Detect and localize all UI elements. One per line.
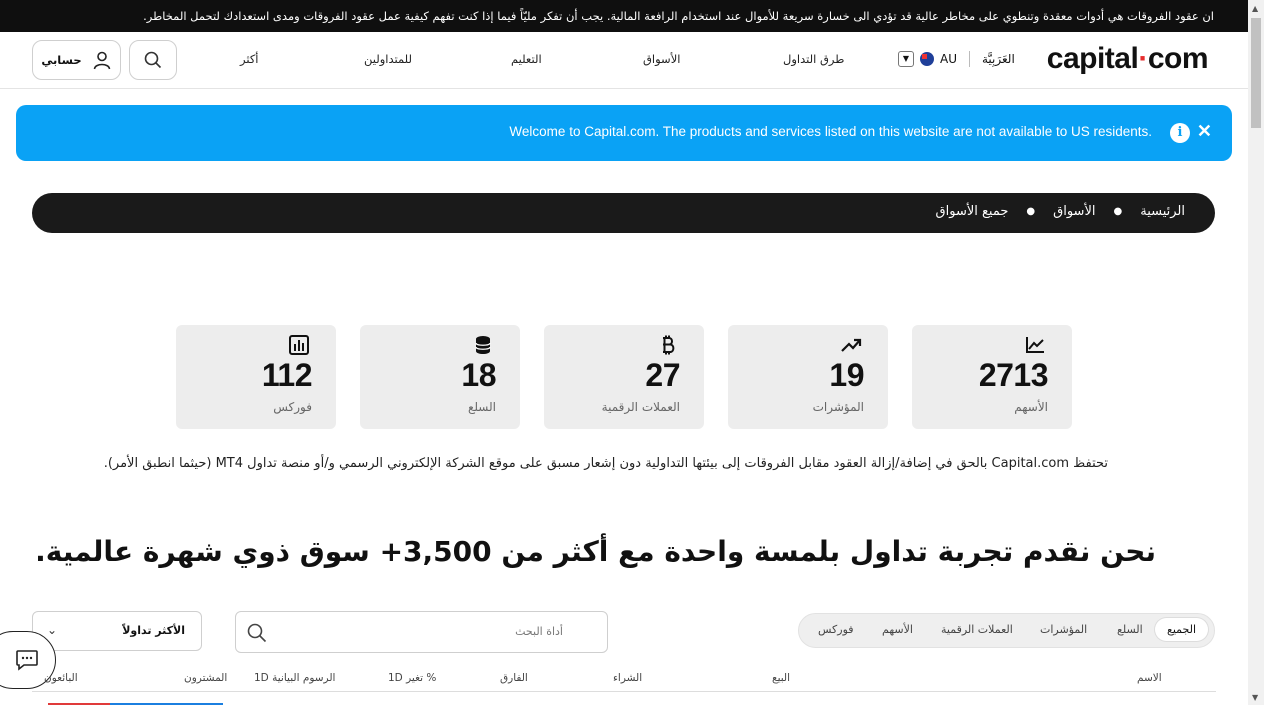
scroll-down-icon[interactable]: ▼ (1252, 693, 1258, 702)
markets-table-header: الاسم البيع الشراء الفارق 1D تغير % 1D ا… (32, 668, 1216, 692)
card-value: 18 (461, 357, 496, 393)
card-label: فوركس (273, 400, 312, 414)
tab-crypto[interactable]: العملات الرقمية (941, 623, 1013, 636)
tab-shares[interactable]: الأسهم (882, 623, 913, 636)
breadcrumb-separator: ● (1026, 206, 1036, 217)
risk-warning-bar: ان عقود الفروقات هي أدوات معقدة وتنطوي ع… (0, 0, 1248, 32)
nav-for-traders[interactable]: للمتداولين (364, 52, 412, 66)
col-buy[interactable]: الشراء (613, 672, 642, 684)
close-icon[interactable]: ✕ (1197, 121, 1212, 142)
region-code: AU (940, 52, 957, 66)
nav-trading-ways[interactable]: طرق التداول (783, 52, 844, 66)
tab-forex[interactable]: فوركس (818, 623, 854, 636)
account-button[interactable]: حسابي (32, 40, 121, 80)
card-commodities[interactable]: 18 السلع (360, 325, 520, 429)
card-label: السلع (467, 400, 496, 414)
tab-all[interactable]: الجميع (1155, 618, 1209, 641)
market-search-input[interactable]: أداة البحث (235, 611, 608, 653)
chevron-down-icon: ⌄ (47, 623, 58, 637)
coins-stack-icon (475, 336, 491, 354)
card-crypto[interactable]: 27 العملات الرقمية (544, 325, 704, 429)
card-label: المؤشرات (812, 400, 864, 414)
search-icon (247, 623, 267, 643)
search-icon (144, 51, 162, 69)
account-label: حسابي (41, 53, 82, 67)
tab-indices[interactable]: المؤشرات (1040, 623, 1087, 636)
bar-chart-icon (289, 335, 309, 355)
stock-chart-icon (1026, 337, 1044, 353)
breadcrumb-home[interactable]: الرئيسية (1140, 204, 1185, 219)
header-search-button[interactable] (129, 40, 177, 80)
disclaimer-text: تحتفظ Capital.com بالحق في إضافة/إزالة ا… (103, 456, 1108, 471)
page-scrollbar[interactable]: ▲ ▼ (1248, 0, 1264, 705)
col-name[interactable]: الاسم (1137, 672, 1162, 684)
nav-more[interactable]: أكثر (240, 52, 259, 66)
card-forex[interactable]: 112 فوركس (176, 325, 336, 429)
card-value: 2713 (978, 357, 1049, 393)
market-filter-tabs: الجميع السلع المؤشرات العملات الرقمية ال… (798, 613, 1215, 648)
col-chart: 1D الرسوم البيانية (254, 672, 336, 684)
card-indices[interactable]: 19 المؤشرات (728, 325, 888, 429)
us-residents-notice: Welcome to Capital.com. The products and… (16, 105, 1232, 161)
card-label: الأسهم (1014, 400, 1048, 414)
search-placeholder: أداة البحث (515, 625, 563, 638)
card-label: العملات الرقمية (601, 400, 680, 414)
sort-select[interactable]: الأكثر تداولاً ⌄ (32, 611, 202, 651)
card-value: 27 (645, 357, 680, 393)
col-change[interactable]: 1D تغير % (388, 672, 436, 684)
region-language-selector[interactable]: ▼ AU العَرَبِيَّة (898, 51, 1015, 67)
australia-flag-icon (920, 52, 934, 66)
col-sellers: البائعون (44, 672, 78, 684)
breadcrumb-separator: ● (1113, 206, 1123, 217)
chevron-down-icon: ▼ (898, 51, 914, 67)
divider (969, 51, 970, 67)
scrollbar-thumb[interactable] (1251, 18, 1261, 128)
site-header: capital·com ▼ AU العَرَبِيَّة طرق التداو… (0, 32, 1248, 89)
col-buyers: المشترون (184, 672, 228, 684)
page-headline: نحن نقدم تجربة تداول بلمسة واحدة مع أكثر… (35, 535, 1156, 568)
scroll-up-icon[interactable]: ▲ (1252, 4, 1258, 13)
card-value: 112 (261, 357, 313, 393)
card-value: 19 (829, 357, 864, 393)
user-icon (93, 51, 110, 70)
col-spread[interactable]: الفارق (500, 672, 528, 684)
tab-commodities[interactable]: السلع (1117, 623, 1143, 636)
card-shares[interactable]: 2713 الأسهم (912, 325, 1072, 429)
notice-text: Welcome to Capital.com. The products and… (509, 124, 1152, 139)
sort-value: الأكثر تداولاً (122, 624, 185, 637)
market-category-cards: 2713 الأسهم 19 المؤشرات 27 العملات الرقم… (176, 325, 1072, 429)
nav-markets[interactable]: الأسواق (643, 52, 680, 66)
capital-logo[interactable]: capital·com (1047, 42, 1209, 76)
bitcoin-icon (663, 335, 675, 355)
breadcrumb: الرئيسية ● الأسواق ● جميع الأسواق (32, 193, 1215, 233)
breadcrumb-all-markets: جميع الأسواق (935, 204, 1009, 219)
trend-up-icon (841, 338, 862, 352)
language-label: العَرَبِيَّة (982, 52, 1015, 66)
info-icon: i (1170, 123, 1190, 143)
nav-education[interactable]: التعليم (511, 52, 542, 66)
col-sell[interactable]: البيع (772, 672, 790, 684)
breadcrumb-markets[interactable]: الأسواق (1053, 204, 1095, 219)
